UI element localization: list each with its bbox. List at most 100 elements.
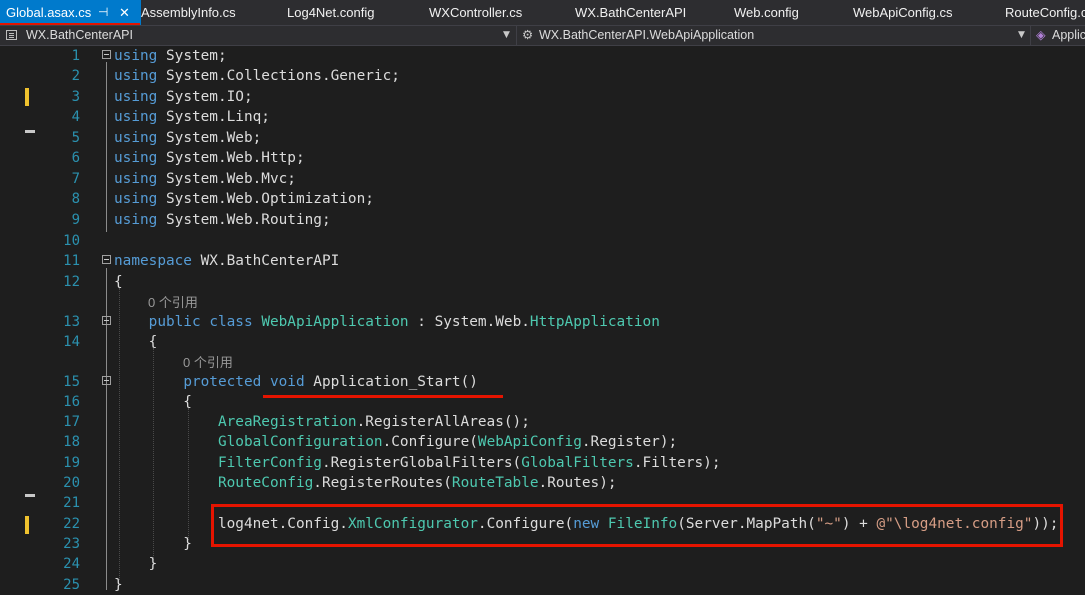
tab-assemblyinfo-cs[interactable]: AssemblyInfo.cs [141,0,236,25]
chevron-down-icon[interactable]: ▼ [503,26,510,45]
code-token: Application_Start() [304,374,478,390]
code-token: System.Web.Optimization; [157,191,374,207]
code-token: RouteTable [451,475,539,491]
code-line[interactable]: 4 using System.Linq; [0,107,1085,127]
line-number: 9 [71,212,80,228]
tab-wx-bathcenterapi[interactable]: WX.BathCenterAPI [575,0,686,25]
code-line[interactable]: 20 RouteConfig.RegisterRoutes(RouteTable… [0,473,1085,493]
code-token: using [114,89,158,105]
code-text: using System.Collections.Generic; [114,66,400,86]
code-line[interactable]: 19 FilterConfig.RegisterGlobalFilters(Gl… [0,453,1085,473]
line-22-highlight-annotation [211,504,1063,547]
collapse-icon[interactable] [102,316,111,325]
code-token: .RegisterGlobalFilters( [321,455,522,471]
code-token: System.Web.Mvc; [157,171,296,187]
code-line[interactable]: 7 using System.Web.Mvc; [0,169,1085,189]
type-scope-dropdown[interactable]: WX.BathCenterAPI.WebApiApplication [539,26,754,45]
code-editor[interactable]: 0 个引用 0 个引用 1 using System; 2 using System.… [0,46,1085,593]
codelens-references[interactable]: 0 个引用 [183,352,233,371]
code-token: System.IO; [157,89,253,105]
codelens-references[interactable]: 0 个引用 [148,292,198,311]
code-text: RouteConfig.RegisterRoutes(RouteTable.Ro… [114,473,617,493]
collapse-icon[interactable] [102,255,111,264]
navigation-bar: WX.BathCenterAPI ▼ ⚙ WX.BathCenterAPI.We… [0,25,1085,46]
code-token: .Configure( [382,434,478,450]
code-text: GlobalConfiguration.Configure(WebApiConf… [114,432,677,452]
tab-log4net-config[interactable]: Log4Net.config [287,0,374,25]
code-token: System.Collections.Generic; [157,68,400,84]
project-dropdown[interactable]: WX.BathCenterAPI [26,26,133,45]
line-number: 4 [71,109,80,125]
code-line[interactable]: 6 using System.Web.Http; [0,148,1085,168]
tab-global-asax-cs[interactable]: Global.asax.cs ⊣ ✕ [0,0,141,25]
code-line[interactable]: 10 [0,231,1085,251]
code-text: { [114,272,123,292]
code-text: public class WebApiApplication : System.… [114,312,660,332]
close-icon[interactable]: ✕ [119,0,130,25]
code-text: using System.Web.Routing; [114,210,331,230]
code-text: { [114,332,158,352]
code-token: namespace [114,253,192,269]
code-line[interactable]: 24 } [0,554,1085,574]
line-number: 1 [71,48,80,64]
code-line[interactable]: 16 { [0,392,1085,412]
tab-routeconfig-cs[interactable]: RouteConfig.c [1005,0,1085,25]
code-line[interactable]: 12 { [0,272,1085,292]
code-token: protected [183,374,262,390]
code-token: using [114,150,158,166]
code-text: FilterConfig.RegisterGlobalFilters(Globa… [114,453,721,473]
code-line[interactable]: 1 using System; [0,46,1085,66]
code-text: namespace WX.BathCenterAPI [114,251,339,271]
line-number: 2 [71,68,80,84]
code-token: .RegisterAllAreas(); [356,414,530,430]
tab-web-config[interactable]: Web.config [734,0,799,25]
line-number: 13 [63,314,80,330]
code-token: using [114,109,158,125]
code-line[interactable]: 8 using System.Web.Optimization; [0,189,1085,209]
pin-icon[interactable]: ⊣ [98,0,108,25]
collapse-icon[interactable] [102,376,111,385]
tab-wxcontroller-cs[interactable]: WXController.cs [429,0,522,25]
method-underline-annotation [263,395,503,398]
code-line[interactable]: 15 protected void Application_Start() [0,372,1085,392]
code-line[interactable]: 17 AreaRegistration.RegisterAllAreas(); [0,412,1085,432]
member-scope-dropdown[interactable]: Applic [1052,26,1085,45]
line-number: 21 [63,495,80,511]
code-line[interactable]: 5 using System.Web; [0,128,1085,148]
line-number: 20 [63,475,80,491]
line-number: 11 [63,253,80,269]
code-line[interactable]: 9 using System.Web.Routing; [0,210,1085,230]
line-number: 15 [63,374,80,390]
line-number: 14 [63,334,80,350]
code-token: using [114,68,158,84]
code-token: System.Linq; [157,109,270,125]
collapse-icon[interactable] [102,50,111,59]
line-number: 12 [63,274,80,290]
line-number: 18 [63,434,80,450]
code-token: .RegisterRoutes( [313,475,452,491]
code-line[interactable]: 13 public class WebApiApplication : Syst… [0,312,1085,332]
code-token: using [114,171,158,187]
code-token: using [114,191,158,207]
code-token: FilterConfig [217,455,322,471]
code-text: using System.Web; [114,128,261,148]
line-number: 3 [71,89,80,105]
code-line[interactable]: 11 namespace WX.BathCenterAPI [0,251,1085,271]
code-token: WebApiApplication [261,314,409,330]
code-text: using System.Linq; [114,107,270,127]
code-text: protected void Application_Start() [114,372,478,392]
code-line[interactable]: 18 GlobalConfiguration.Configure(WebApiC… [0,432,1085,452]
chevron-down-icon[interactable]: ▼ [1018,26,1025,45]
code-line[interactable]: 14 { [0,332,1085,352]
code-token: .Routes); [538,475,617,491]
tab-webapiconfig-cs[interactable]: WebApiConfig.cs [853,0,952,25]
code-token: System.Web; [157,130,262,146]
code-line[interactable]: 2 using System.Collections.Generic; [0,66,1085,86]
code-line[interactable]: 25} [0,575,1085,595]
code-line[interactable]: 3 using System.IO; [0,87,1085,107]
line-number: 16 [63,394,80,410]
